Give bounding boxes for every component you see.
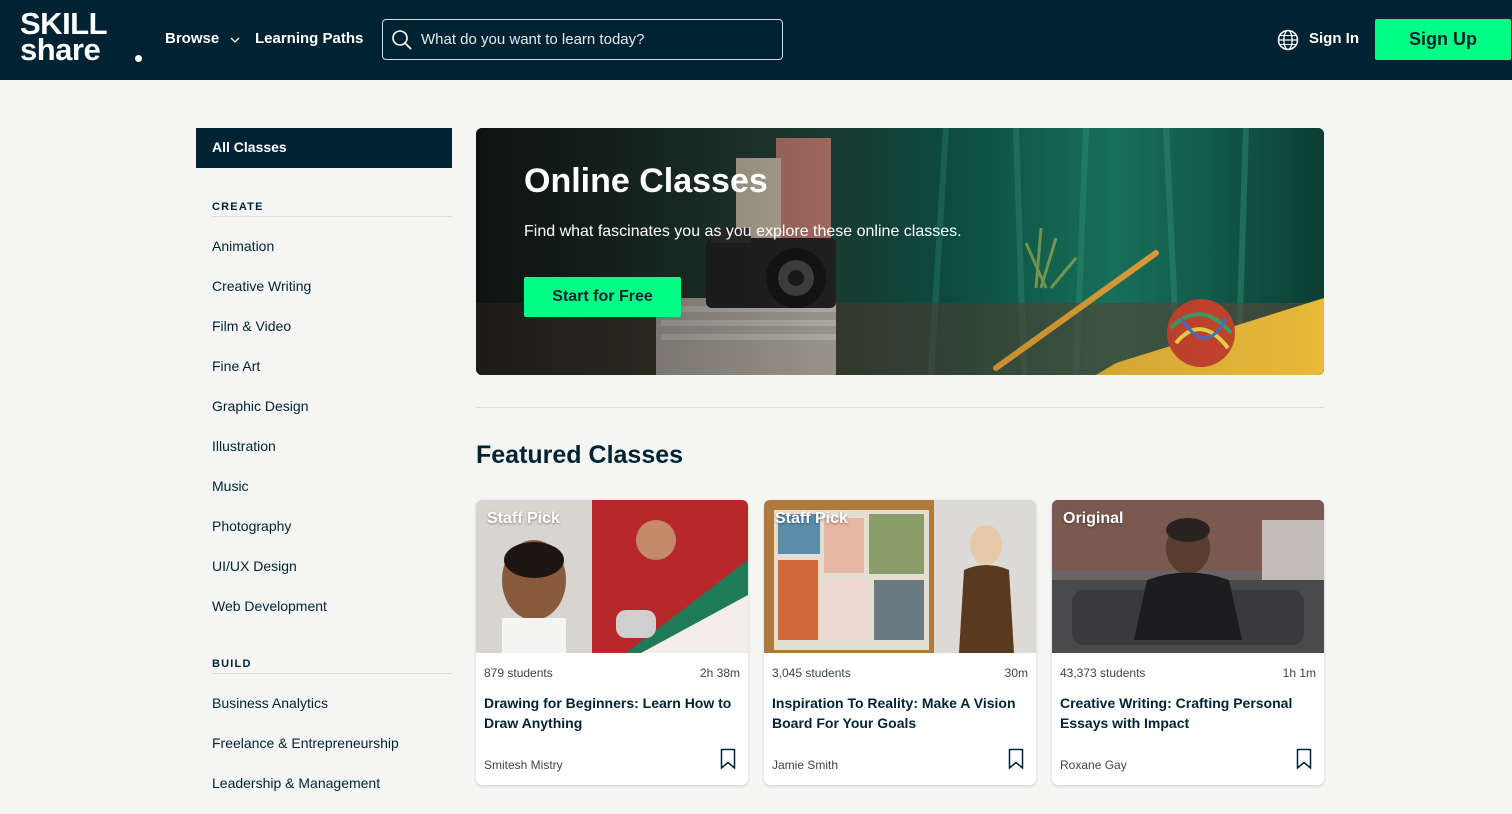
chevron-down-icon <box>230 37 240 43</box>
create-category-list: Animation Creative Writing Film & Video … <box>212 237 327 637</box>
teacher-name[interactable]: Roxane Gay <box>1060 758 1127 772</box>
hero-subtitle: Find what fascinates you as you explore … <box>524 223 962 240</box>
browse-label: Browse <box>165 30 220 47</box>
class-title[interactable]: Inspiration To Reality: Make A Vision Bo… <box>772 693 1028 733</box>
browse-menu[interactable]: Browse <box>165 30 240 47</box>
build-section-heading: BUILD <box>212 658 452 674</box>
sidebar-item-film-video[interactable]: Film & Video <box>212 317 327 357</box>
start-for-free-button[interactable]: Start for Free <box>524 277 681 317</box>
sign-up-button[interactable]: Sign Up <box>1375 19 1511 60</box>
student-count: 879 students <box>484 666 553 680</box>
logo-text-line2: share <box>20 32 101 67</box>
bookmark-icon[interactable] <box>1008 748 1024 770</box>
class-duration: 30m <box>1004 666 1028 680</box>
create-section-heading: CREATE <box>212 201 452 217</box>
sign-in-link[interactable]: Sign In <box>1309 30 1359 47</box>
sidebar-item-illustration[interactable]: Illustration <box>212 437 327 477</box>
sidebar-item-business-analytics[interactable]: Business Analytics <box>212 694 399 734</box>
staff-pick-badge: Staff Pick <box>775 510 848 527</box>
all-classes-tab[interactable]: All Classes <box>196 128 452 168</box>
learning-paths-link[interactable]: Learning Paths <box>255 30 363 47</box>
sidebar-item-music[interactable]: Music <box>212 477 327 517</box>
sidebar-item-creative-writing[interactable]: Creative Writing <box>212 277 327 317</box>
build-category-list: Business Analytics Freelance & Entrepren… <box>212 694 399 814</box>
bookmark-icon[interactable] <box>1296 748 1312 770</box>
top-nav-bar: SKILL share Browse Learning Paths Sign I… <box>0 0 1512 80</box>
globe-icon[interactable] <box>1277 29 1299 51</box>
hero-title: Online Classes <box>524 162 768 200</box>
class-duration: 1h 1m <box>1282 666 1316 680</box>
class-duration: 2h 38m <box>699 666 740 680</box>
teacher-name[interactable]: Jamie Smith <box>772 758 838 772</box>
sidebar-item-web-development[interactable]: Web Development <box>212 597 327 637</box>
bookmark-icon[interactable] <box>720 748 736 770</box>
class-title[interactable]: Creative Writing: Crafting Personal Essa… <box>1060 693 1316 733</box>
original-badge: Original <box>1063 510 1124 527</box>
search-icon <box>392 30 412 50</box>
sidebar-item-freelance-entrepreneurship[interactable]: Freelance & Entrepreneurship <box>212 734 399 774</box>
class-card[interactable]: Staff Pick 3,045 students 30m Inspiratio… <box>764 500 1036 785</box>
hero-banner: Online Classes Find what fascinates you … <box>476 128 1324 375</box>
student-count: 43,373 students <box>1060 666 1146 680</box>
skillshare-logo[interactable]: SKILL share <box>20 8 142 67</box>
featured-classes-heading: Featured Classes <box>476 441 684 469</box>
class-title[interactable]: Drawing for Beginners: Learn How to Draw… <box>484 693 740 733</box>
sidebar-item-fine-art[interactable]: Fine Art <box>212 357 327 397</box>
logo-dot <box>135 55 142 62</box>
sidebar-item-leadership-management[interactable]: Leadership & Management <box>212 774 399 814</box>
class-card[interactable]: Original 43,373 students 1h 1m Creative … <box>1052 500 1324 785</box>
sidebar-item-photography[interactable]: Photography <box>212 517 327 557</box>
class-card[interactable]: Staff Pick 879 students 2h 38m Drawing f… <box>476 500 748 785</box>
sidebar-item-ui-ux-design[interactable]: UI/UX Design <box>212 557 327 597</box>
teacher-name[interactable]: Smitesh Mistry <box>484 758 563 772</box>
section-divider <box>476 407 1324 408</box>
staff-pick-badge: Staff Pick <box>487 510 560 527</box>
search-box <box>382 19 783 60</box>
search-input[interactable] <box>421 20 777 59</box>
student-count: 3,045 students <box>772 666 851 680</box>
sidebar-item-animation[interactable]: Animation <box>212 237 327 277</box>
sidebar-item-graphic-design[interactable]: Graphic Design <box>212 397 327 437</box>
